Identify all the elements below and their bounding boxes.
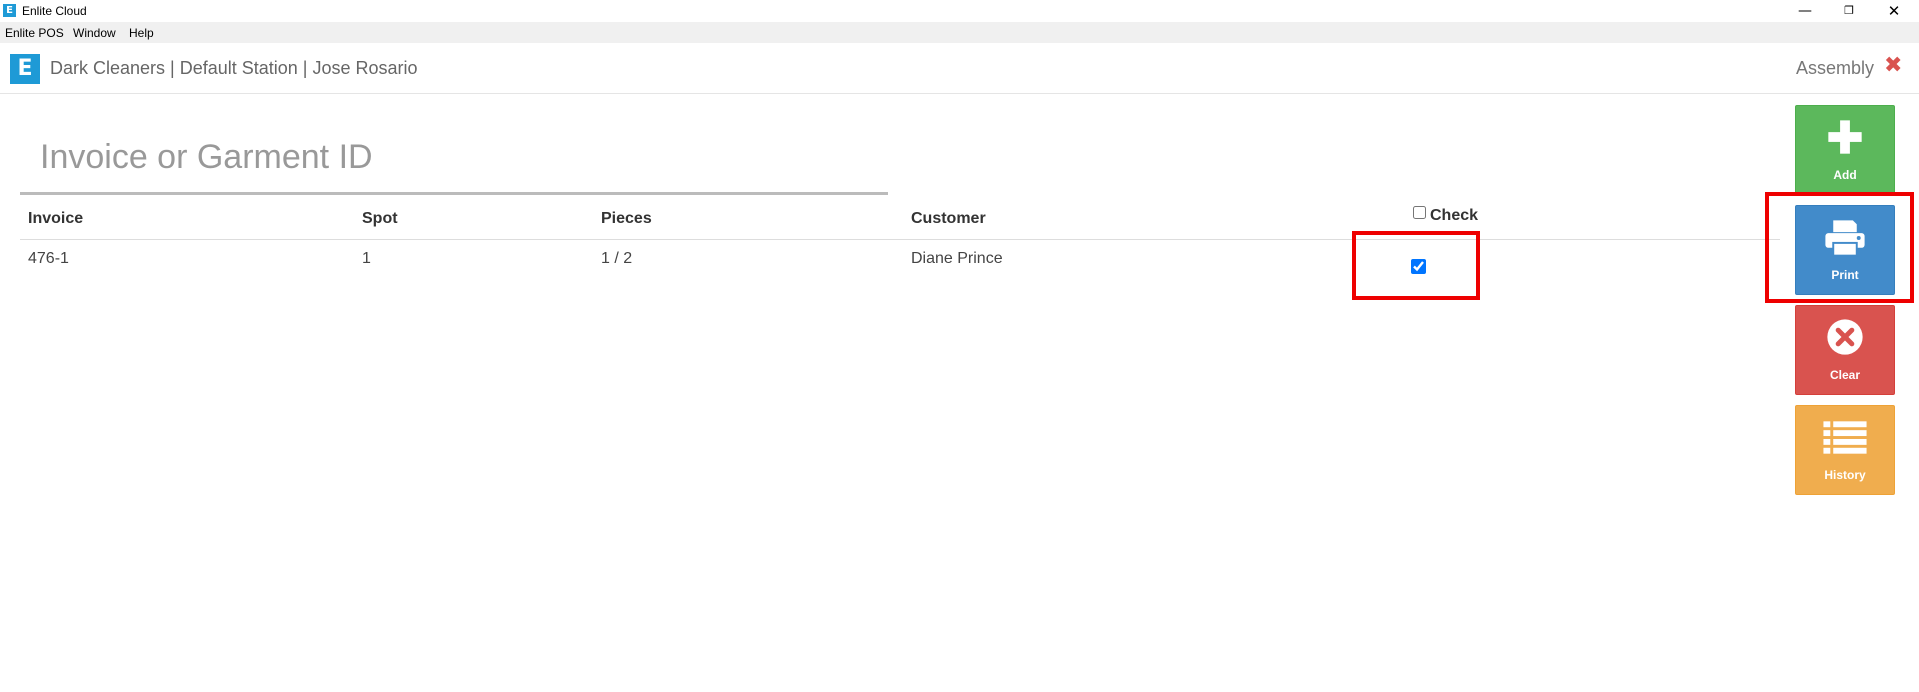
column-invoice: Invoice — [28, 210, 84, 227]
column-check: Check — [1430, 207, 1479, 224]
list-icon — [1823, 421, 1867, 454]
menu-bar: Enlite POS Window Help — [0, 22, 1919, 43]
enlite-logo-icon: E — [10, 54, 40, 84]
window-titlebar: E Enlite Cloud — ❐ ✕ — [0, 0, 1919, 22]
plus-icon — [1828, 120, 1862, 154]
history-button[interactable]: History — [1795, 405, 1895, 495]
minimize-button[interactable]: — — [1782, 0, 1828, 22]
clear-button[interactable]: Clear — [1795, 305, 1895, 395]
table-row[interactable]: 476-1 1 1 / 2 Diane Prince — [20, 240, 1780, 280]
column-customer: Customer — [911, 210, 986, 227]
invoice-garment-id-input[interactable] — [20, 123, 888, 195]
restore-button[interactable]: ❐ — [1826, 0, 1872, 22]
times-circle-icon — [1827, 319, 1863, 355]
print-label: Print — [1831, 268, 1859, 282]
close-module-icon[interactable]: ✖ — [1884, 55, 1902, 77]
row-check-checkbox[interactable] — [1411, 259, 1426, 274]
check-all-checkbox[interactable] — [1413, 206, 1426, 219]
menu-window[interactable]: Window — [73, 26, 116, 40]
menu-help[interactable]: Help — [129, 26, 154, 40]
printer-icon — [1825, 220, 1865, 257]
row-spot: 1 — [362, 250, 371, 267]
history-label: History — [1824, 468, 1866, 482]
module-name: Assembly — [1796, 58, 1875, 78]
row-customer: Diane Prince — [911, 250, 1003, 267]
window-close-button[interactable]: ✕ — [1871, 0, 1917, 22]
table-header: Invoice Spot Pieces Customer — [20, 200, 1780, 240]
column-pieces: Pieces — [601, 210, 652, 227]
add-label: Add — [1833, 168, 1857, 182]
window-title: Enlite Cloud — [22, 4, 87, 18]
app-logo-icon: E — [3, 4, 16, 17]
check-all-header[interactable]: Check — [1413, 206, 1478, 225]
column-spot: Spot — [362, 210, 398, 227]
print-button[interactable]: Print — [1795, 205, 1895, 295]
menu-enlite-pos[interactable]: Enlite POS — [5, 26, 64, 40]
add-button[interactable]: Add — [1795, 105, 1895, 195]
row-invoice: 476-1 — [28, 250, 69, 267]
row-pieces: 1 / 2 — [601, 250, 633, 267]
app-header: E Dark Cleaners | Default Station | Jose… — [0, 43, 1919, 94]
station-title: Dark Cleaners | Default Station | Jose R… — [50, 58, 418, 78]
clear-label: Clear — [1829, 368, 1861, 382]
